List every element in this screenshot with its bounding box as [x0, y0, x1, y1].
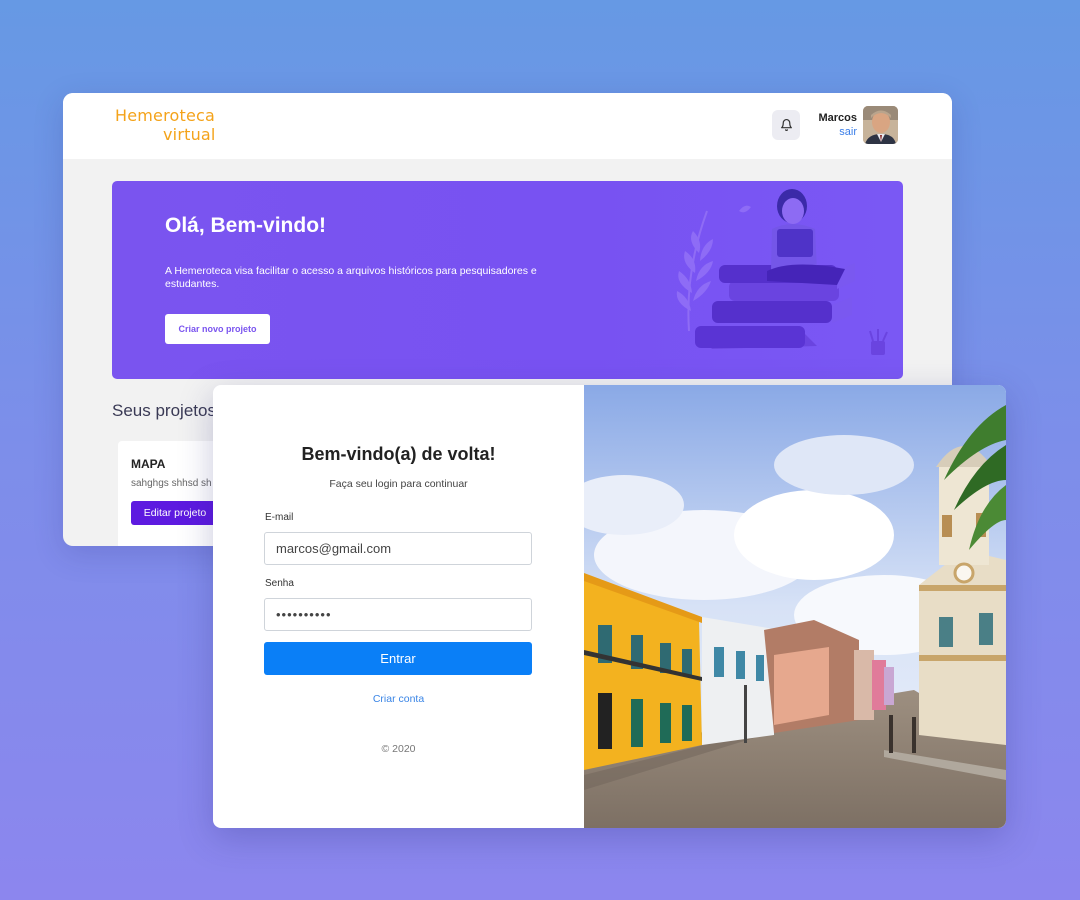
email-field[interactable] — [264, 532, 532, 565]
email-label: E-mail — [265, 512, 294, 523]
create-account-link[interactable]: Criar conta — [213, 693, 584, 705]
welcome-banner: Olá, Bem-vindo! A Hemeroteca visa facili… — [112, 181, 903, 379]
project-description: sahghgs shhsd sh — [131, 478, 212, 489]
banner-text: A Hemeroteca visa facilitar o acesso a a… — [165, 265, 537, 290]
projects-title: Seus projetos — [112, 401, 216, 420]
avatar[interactable] — [863, 106, 898, 144]
banner-title: Olá, Bem-vindo! — [165, 214, 327, 237]
copyright: © 2020 — [381, 743, 416, 755]
password-field[interactable] — [264, 598, 532, 631]
logo[interactable]: Hemeroteca virtual — [115, 106, 216, 144]
header: Hemeroteca virtual Marcos sair — [63, 93, 952, 159]
user-name: Marcos — [818, 112, 857, 124]
edit-project-button[interactable]: Editar projeto — [131, 501, 219, 525]
login-form: Bem-vindo(a) de volta! Faça seu login pa… — [213, 385, 584, 828]
reading-illustration — [676, 189, 888, 355]
login-title: Bem-vindo(a) de volta! — [301, 444, 496, 464]
logout-link[interactable]: sair — [839, 126, 857, 138]
password-label: Senha — [265, 578, 294, 589]
street-photo — [584, 385, 1006, 828]
bell-icon — [780, 119, 792, 131]
login-subtitle: Faça seu login para continuar — [329, 478, 468, 490]
logo-line1: Hemeroteca — [115, 106, 216, 125]
project-name: MAPA — [131, 457, 166, 471]
logo-line2: virtual — [163, 125, 216, 144]
notifications-button[interactable] — [772, 110, 800, 140]
login-button[interactable]: Entrar — [264, 642, 532, 675]
login-window: Bem-vindo(a) de volta! Faça seu login pa… — [213, 385, 1006, 828]
create-project-button[interactable]: Criar novo projeto — [165, 314, 270, 344]
